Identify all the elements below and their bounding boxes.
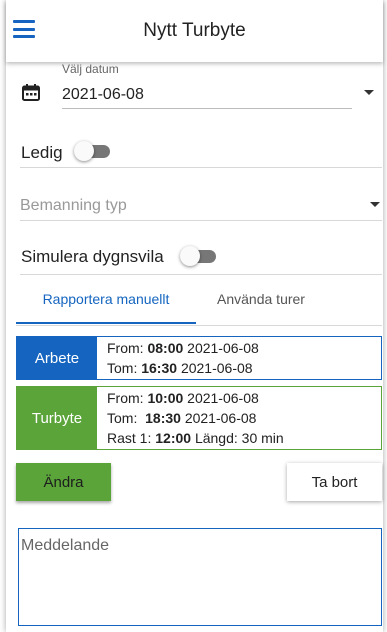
date-dropdown-caret-icon[interactable] (364, 90, 374, 95)
shift-details: From: 08:00 2021-06-08 Tom: 16:30 2021-0… (107, 338, 259, 378)
from-time: 10:00 (147, 390, 184, 406)
break-time: 12:00 (155, 430, 192, 446)
to-time: 18:30 (145, 410, 181, 426)
bemanning-typ-select[interactable]: Bemanning typ (20, 190, 382, 220)
from-date: 2021-06-08 (187, 340, 259, 356)
page-title: Nytt Turbyte (143, 20, 246, 41)
ledig-toggle-thumb (74, 141, 94, 161)
delete-button[interactable]: Ta bort (287, 463, 382, 501)
to-label: Tom: (107, 360, 138, 376)
break-label: Rast 1: (107, 430, 152, 446)
break-length: Längd: 30 min (194, 430, 284, 446)
shift-tag-turbyte: Turbyte (17, 387, 97, 449)
from-label: From: (107, 340, 144, 356)
tab-rapportera-manuellt[interactable]: Rapportera manuellt (16, 282, 196, 326)
divider-simulera (20, 274, 382, 275)
calendar-icon (22, 84, 40, 101)
tab-bar: Rapportera manuellt Använda turer (16, 282, 382, 326)
shift-card-arbete[interactable]: Arbete From: 08:00 2021-06-08 Tom: 16:30… (16, 336, 382, 380)
ledig-label: Ledig (21, 143, 63, 162)
date-value: 2021-06-08 (62, 86, 144, 103)
edit-button[interactable]: Ändra (16, 463, 111, 501)
shift-details: From: 10:00 2021-06-08 Tom: 18:30 2021-0… (107, 388, 284, 448)
shift-card-turbyte[interactable]: Turbyte From: 10:00 2021-06-08 Tom: 18:3… (16, 386, 382, 450)
simulera-dygnsvila-toggle[interactable] (180, 246, 216, 266)
from-date: 2021-06-08 (187, 390, 259, 406)
ledig-toggle[interactable] (74, 141, 110, 161)
to-date: 2021-06-08 (180, 360, 253, 376)
bemanning-typ-placeholder: Bemanning typ (20, 197, 127, 214)
simulera-toggle-thumb (180, 246, 200, 266)
from-time: 08:00 (147, 340, 184, 356)
to-date: 2021-06-08 (184, 410, 257, 426)
simulera-dygnsvila-label: Simulera dygnsvila (21, 247, 164, 266)
divider-ledig (20, 167, 382, 168)
active-tab-indicator (16, 322, 196, 324)
app-frame: Nytt Turbyte Välj datum 2021-06-08 Ledig… (6, 0, 383, 632)
date-picker[interactable]: Välj datum 2021-06-08 (20, 60, 382, 110)
to-time: 16:30 (141, 360, 178, 376)
message-textarea[interactable]: Meddelande (18, 528, 382, 626)
date-label: Välj datum (62, 62, 119, 76)
from-label: From: (107, 390, 144, 406)
tabs-divider (16, 325, 382, 326)
tab-anvanda-turer[interactable]: Använda turer (196, 282, 326, 326)
to-label: Tom: (107, 410, 138, 426)
divider-bemanning (20, 220, 382, 221)
message-placeholder: Meddelande (21, 537, 110, 554)
bemanning-dropdown-caret-icon (370, 202, 380, 207)
shift-tag-arbete: Arbete (17, 337, 97, 379)
app-bar: Nytt Turbyte (6, 0, 383, 62)
date-underline (62, 108, 352, 109)
